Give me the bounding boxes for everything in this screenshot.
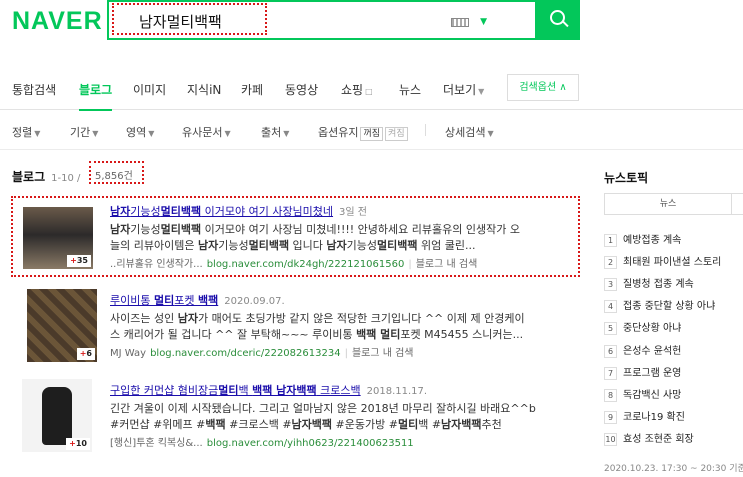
keyword-highlight: 멀티 — [218, 384, 239, 397]
keyword-highlight: 남자백팩 — [291, 418, 333, 431]
news-topic-item[interactable]: 6 은성수 윤석헌 — [604, 342, 681, 358]
count-highlight-annotation — [89, 161, 144, 184]
keyword-highlight: 백팩 — [197, 294, 219, 307]
news-tab-next[interactable] — [732, 193, 743, 215]
news-topic-item[interactable]: 7 프로그램 운영 — [604, 364, 681, 380]
text-segment: 백 — [238, 384, 253, 397]
tab-blog[interactable]: 블로그 — [79, 81, 113, 111]
news-topic-item[interactable]: 1 예방접종 계속 — [604, 231, 681, 247]
text-segment: 백 # — [418, 418, 442, 431]
filter-sort[interactable]: 정렬 ▼ — [12, 124, 40, 140]
blog-url[interactable]: blog.naver.com/yihh0623/221400623511 — [207, 438, 414, 449]
result-description: 긴간 겨울이 이제 시작됐습니다. 그리고 얼마남지 않은 2018년 마무리 … — [110, 400, 536, 416]
text-segment: 크로스백 — [316, 384, 361, 397]
text-segment: 긴간 겨울이 이제 시작됐습니다. 그리고 얼마남지 않은 2018년 마무리 … — [110, 402, 536, 415]
text-segment: 추천 — [481, 418, 502, 431]
result-thumbnail[interactable]: +10 — [22, 379, 92, 452]
filter-keep-option: 옵션유지 꺼짐 켜짐 — [318, 124, 408, 141]
keep-option-on-toggle[interactable]: 켜짐 — [385, 127, 408, 141]
result-title-line: 루이비통 멀티포켓 백팩 2020.09.07. — [110, 292, 285, 308]
tab-all[interactable]: 통합검색 — [12, 81, 56, 98]
chevron-down-icon: ▼ — [478, 87, 485, 96]
keyword-highlight: 남자 — [177, 312, 198, 325]
filter-area[interactable]: 영역 ▼ — [126, 124, 154, 140]
image-count-badge: +10 — [66, 438, 90, 450]
keyword-highlight: 남자백팩 — [441, 418, 482, 431]
blog-inner-search-link[interactable]: 블로그 내 검색 — [352, 348, 414, 359]
search-button[interactable] — [537, 0, 580, 40]
filter-similar[interactable]: 유사문서 ▼ — [182, 124, 231, 140]
tab-video[interactable]: 동영상 — [285, 81, 318, 98]
naver-logo[interactable]: NAVER — [12, 7, 103, 36]
news-topic-item[interactable]: 5 중단상황 아냐 — [604, 319, 681, 335]
filter-source[interactable]: 출처 ▼ — [261, 124, 289, 140]
tab-kin[interactable]: 지식iN — [187, 81, 221, 98]
keyword-highlight: 멀티 — [153, 294, 175, 307]
text-segment: 사이즈는 성인 — [110, 312, 178, 325]
text-segment: #크로스백 # — [225, 418, 292, 431]
text-segment: 루이비통 — [110, 294, 154, 307]
blog-url[interactable]: blog.naver.com/dceric/222082613234 — [150, 348, 341, 359]
keyword-highlight: 백팩 멀티 — [356, 328, 401, 341]
text-segment: #커먼샵 #위메프 # — [110, 418, 206, 431]
keep-option-off-toggle[interactable]: 꺼짐 — [360, 127, 384, 141]
text-segment: 가 매어도 초딩가방 같지 않은 적당한 크기입니다 ^^ 이제 제 안경케이 — [197, 312, 525, 325]
result-thumbnail[interactable]: +6 — [27, 289, 97, 362]
keyboard-icon[interactable] — [451, 18, 469, 27]
blog-name[interactable]: [행신]투혼 킥복싱&... — [110, 438, 203, 449]
keyword-highlight: 백팩 남자백팩 — [252, 384, 317, 397]
search-options-button[interactable]: 검색옵션 ∧ — [507, 74, 579, 101]
result-description: 스 캐리어가 될 겁니다 ^^ 잘 부탁해~~~ 루이비통 백팩 멀티포켓 M4… — [110, 326, 523, 342]
result-meta: MJ Way blog.naver.com/dceric/222082613234… — [110, 348, 414, 359]
filter-detail[interactable]: 상세검색 ▼ — [445, 124, 494, 140]
keyword-highlight: 멀티 — [397, 418, 419, 431]
news-topic-item[interactable]: 2 최태원 파이낸셜 스토리 — [604, 253, 721, 269]
tab-cafe[interactable]: 카페 — [241, 81, 263, 98]
news-topic-panel: 뉴스토픽 뉴스 1 예방접종 계속 2 최태원 파이낸셜 스토리 3 질병청 접종 계… — [604, 0, 743, 477]
result-title-line: 구입한 커먼샵 혐비장금멀티백 백팩 남자백팩 크로스백 2018.11.17. — [110, 382, 427, 398]
blog-section-title: 블로그 — [12, 170, 46, 184]
result-date: 2020.09.07. — [224, 296, 285, 307]
news-topic-title: 뉴스토픽 — [604, 171, 649, 185]
news-topic-item[interactable]: 10 효성 조현준 회장 — [604, 430, 694, 446]
tab-image[interactable]: 이미지 — [133, 81, 166, 98]
news-tab[interactable]: 뉴스 — [604, 193, 732, 215]
text-segment: 스 캐리어가 될 겁니다 ^^ 잘 부탁해~~~ 루이비통 — [110, 328, 357, 341]
shopping-box-icon: □ — [365, 87, 373, 96]
result-description: #커먼샵 #위메프 #백팩 #크로스백 #남자백팩 #운동가방 #멀티백 #남자… — [110, 416, 502, 432]
news-timestamp: 2020.10.23. 17:30 ~ 20:30 기준 — [604, 464, 743, 474]
result-title-link[interactable]: 구입한 커먼샵 혐비장금멀티백 백팩 남자백팩 크로스백 — [110, 384, 361, 397]
backpack-image — [42, 387, 72, 445]
news-topic-item[interactable]: 4 접종 중단할 상황 아냐 — [604, 297, 715, 313]
keyword-highlight: 백팩 — [205, 418, 226, 431]
tab-shopping[interactable]: 쇼핑 □ — [341, 81, 373, 98]
caret-down-icon[interactable]: ▼ — [480, 17, 487, 27]
news-topic-item[interactable]: 8 독감백신 사망 — [604, 386, 681, 402]
result-meta: [행신]투혼 킥복싱&... blog.naver.com/yihh0623/22… — [110, 434, 414, 449]
news-topic-item[interactable]: 9 코로나19 확진 — [604, 408, 685, 424]
text-segment: 포켓 M45455 스니커는... — [400, 328, 524, 341]
text-segment: 포켓 — [174, 294, 198, 307]
result-title-link[interactable]: 루이비통 멀티포켓 백팩 — [110, 294, 218, 307]
tab-news[interactable]: 뉴스 — [399, 81, 421, 98]
result-description: 사이즈는 성인 남자가 매어도 초딩가방 같지 않은 적당한 크기입니다 ^^ … — [110, 310, 525, 326]
result-range: 1-10 / — [51, 173, 81, 184]
tab-more[interactable]: 더보기 ▼ — [443, 81, 484, 98]
news-topic-item[interactable]: 3 질병청 접종 계속 — [604, 275, 694, 291]
result-date: 2018.11.17. — [366, 386, 428, 397]
text-segment: #운동가방 # — [332, 418, 398, 431]
blog-name[interactable]: MJ Way — [110, 348, 146, 359]
text-segment: 구입한 커먼샵 혐비장금 — [110, 384, 219, 397]
image-count-badge: +6 — [76, 348, 95, 360]
search-box[interactable]: 남자멀티백팩 ▼ — [107, 0, 537, 40]
query-highlight-annotation — [112, 3, 267, 35]
filter-period[interactable]: 기간 ▼ — [70, 124, 98, 140]
result-highlight-annotation — [11, 196, 580, 277]
blog-section-header: 블로그 1-10 / — [12, 168, 80, 185]
